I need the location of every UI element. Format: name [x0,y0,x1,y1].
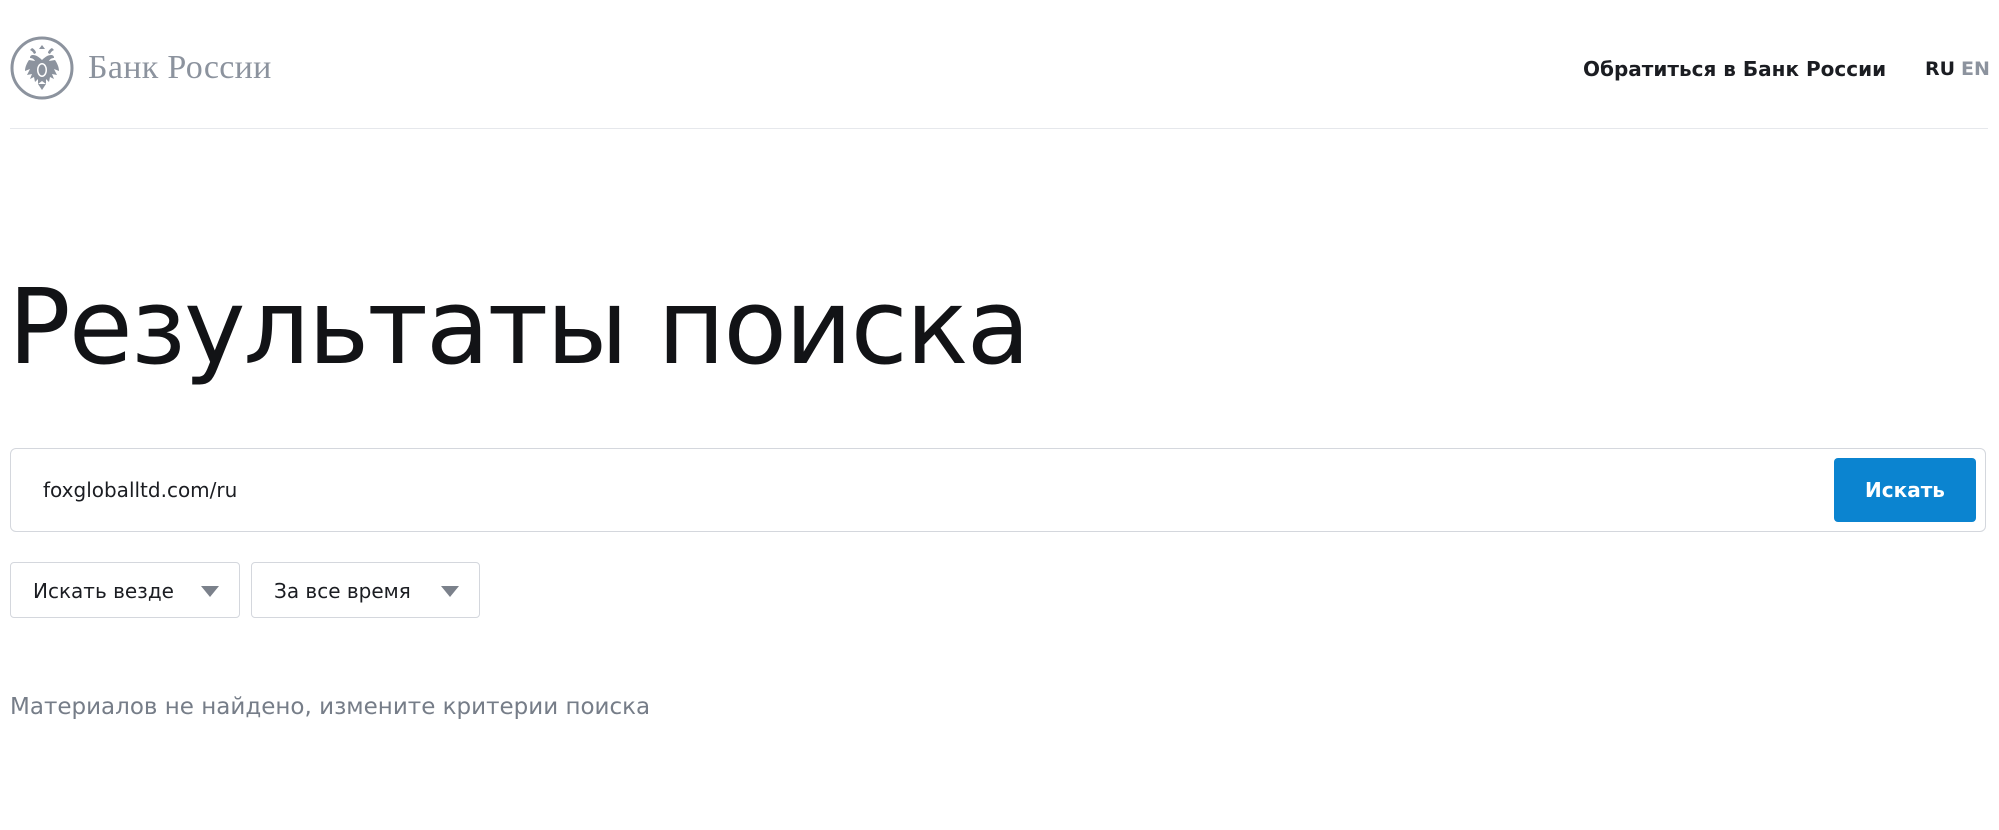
search-scope-dropdown[interactable]: Искать везде [10,562,240,618]
contact-bank-link[interactable]: Обратиться в Банк России [1583,57,1886,81]
time-period-label: За все время [274,579,411,603]
page-title: Результаты поиска [8,266,1030,388]
no-results-message: Материалов не найдено, измените критерии… [10,694,651,720]
search-scope-label: Искать везде [33,579,174,603]
language-en-link[interactable]: EN [1961,57,1990,81]
triangle-down-icon [201,586,219,597]
double-headed-eagle-emblem-icon [10,36,74,100]
site-header: Банк России Обратиться в Банк России RU … [10,0,1990,129]
search-input[interactable] [43,465,1823,515]
logo-text: Банк России [88,49,272,86]
bank-logo-link[interactable]: Банк России [10,36,272,100]
search-form: Искать [10,448,1986,532]
search-button[interactable]: Искать [1834,458,1976,522]
language-ru-link[interactable]: RU [1925,57,1955,81]
page: Банк России Обратиться в Банк России RU … [8,0,1990,830]
triangle-down-icon [441,586,459,597]
time-period-dropdown[interactable]: За все время [251,562,480,618]
